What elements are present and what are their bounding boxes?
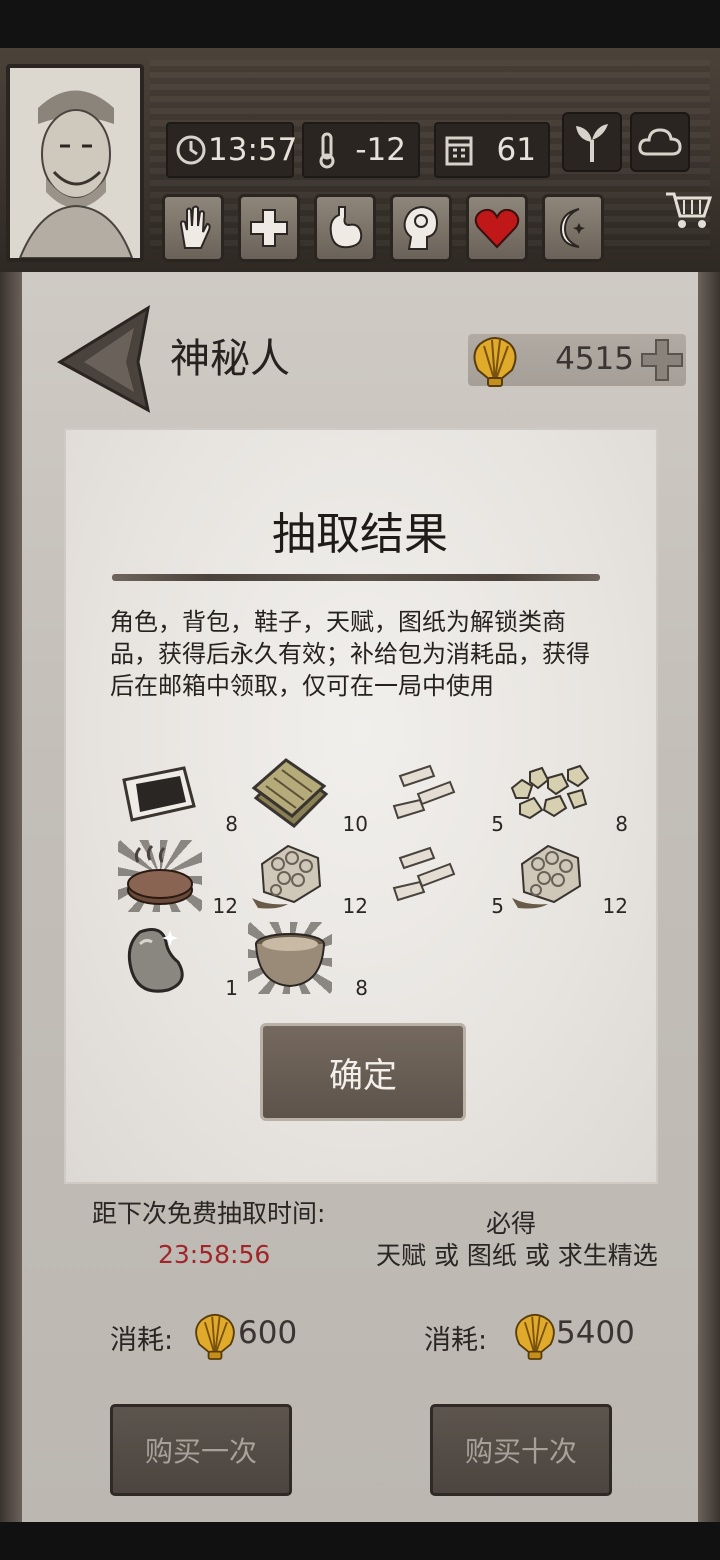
sprout-button[interactable]	[562, 112, 622, 172]
soup-bowl-icon	[248, 922, 332, 994]
hand-status-button[interactable]	[162, 194, 224, 262]
head-icon	[403, 205, 439, 250]
reward-item[interactable]: 8	[118, 758, 238, 840]
cost-label: 消耗:	[110, 1325, 174, 1356]
ten-draw-cost: 消耗: 5400	[424, 1310, 644, 1362]
confirm-button[interactable]: 确定	[260, 1023, 466, 1121]
guarantee-title: 必得	[486, 1209, 537, 1238]
shell-icon	[470, 334, 520, 388]
panel-left-edge	[0, 272, 22, 1522]
item-count: 12	[602, 894, 628, 918]
shop-button[interactable]	[664, 186, 713, 232]
dialog-title: 抽取结果	[272, 509, 448, 560]
hand-icon	[179, 205, 211, 249]
health-status-button[interactable]	[238, 194, 300, 262]
single-draw-cost: 消耗: 600	[110, 1310, 310, 1362]
shopping-cart-icon	[666, 192, 713, 228]
hunger-status-button[interactable]	[314, 194, 376, 262]
sticks-icon	[384, 758, 468, 830]
buy-once-button[interactable]: 购买一次	[110, 1404, 292, 1496]
navigation-bar-area	[0, 1522, 720, 1560]
sleep-status-button[interactable]	[542, 194, 604, 262]
reward-item[interactable]: 10	[248, 758, 368, 840]
guarantee-text: 天赋 或 图纸 或 求生精选	[376, 1241, 658, 1270]
sticks-icon	[384, 840, 468, 912]
reward-item[interactable]: 8	[248, 922, 368, 1004]
reward-item[interactable]: 8	[508, 758, 628, 840]
dialog-description: 角色，背包，鞋子，天赋，图纸为解锁类商品，获得后永久有效；补给包为消耗品，获得后…	[110, 608, 590, 700]
back-arrow-icon	[57, 304, 151, 413]
honeycomb-icon	[508, 840, 592, 912]
shell-currency-display: 4515	[468, 334, 686, 388]
item-count: 8	[615, 812, 628, 836]
reward-item[interactable]: 5	[384, 840, 504, 922]
shell-icon	[512, 1310, 558, 1362]
weather-button[interactable]	[630, 112, 690, 172]
stomach-icon	[329, 206, 363, 249]
character-portrait[interactable]	[6, 64, 144, 262]
bean-icon	[118, 922, 202, 994]
wooden-boards-icon	[248, 758, 332, 830]
free-draw-timer-label: 距下次免费抽取时间:	[92, 1199, 326, 1228]
medical-cross-icon	[250, 209, 288, 247]
buy-ten-button[interactable]: 购买十次	[430, 1404, 612, 1496]
item-count: 10	[342, 812, 368, 836]
item-count: 8	[225, 812, 238, 836]
dialog-divider	[112, 574, 600, 581]
cost-label: 消耗:	[424, 1325, 488, 1356]
mind-status-button[interactable]	[390, 194, 452, 262]
clock-icon	[174, 130, 208, 170]
time-display: 13:57	[166, 122, 297, 178]
item-count: 1	[225, 976, 238, 1000]
panel-right-edge	[698, 272, 720, 1522]
temperature-value: -12	[355, 132, 406, 168]
time-value: 13:57	[208, 132, 298, 168]
page-title: 神秘人	[170, 336, 290, 382]
cloud-icon	[638, 128, 682, 156]
moon-icon	[559, 208, 585, 248]
reward-item[interactable]: 12	[248, 840, 368, 922]
item-count: 5	[491, 894, 504, 918]
reward-item[interactable]: 12	[508, 840, 628, 922]
reward-item[interactable]: 5	[384, 758, 504, 840]
calendar-icon	[442, 130, 476, 170]
free-draw-timer: 23:58:56	[158, 1240, 271, 1269]
ten-draw-price: 5400	[556, 1315, 635, 1351]
reward-item[interactable]: 1	[118, 922, 238, 1004]
sprout-icon	[576, 124, 608, 162]
single-draw-price: 600	[238, 1315, 298, 1351]
plus-icon	[641, 339, 683, 381]
ore-nuggets-icon	[508, 758, 592, 830]
cloth-patch-icon	[118, 758, 202, 830]
back-button[interactable]	[54, 304, 154, 414]
heart-status-button[interactable]	[466, 194, 528, 262]
add-currency-button[interactable]	[640, 338, 684, 382]
item-count: 12	[212, 894, 238, 918]
item-count: 5	[491, 812, 504, 836]
shell-icon	[192, 1310, 238, 1362]
honeycomb-icon	[248, 840, 332, 912]
heart-icon	[474, 208, 520, 249]
thermometer-icon	[310, 130, 344, 170]
temperature-display: -12	[302, 122, 420, 178]
day-counter: 61	[434, 122, 550, 178]
currency-amount: 4515	[555, 341, 634, 377]
item-count: 12	[342, 894, 368, 918]
grilled-meat-icon	[118, 840, 202, 912]
item-count: 8	[355, 976, 368, 1000]
reward-item[interactable]: 12	[118, 840, 238, 922]
day-value: 61	[496, 132, 536, 168]
